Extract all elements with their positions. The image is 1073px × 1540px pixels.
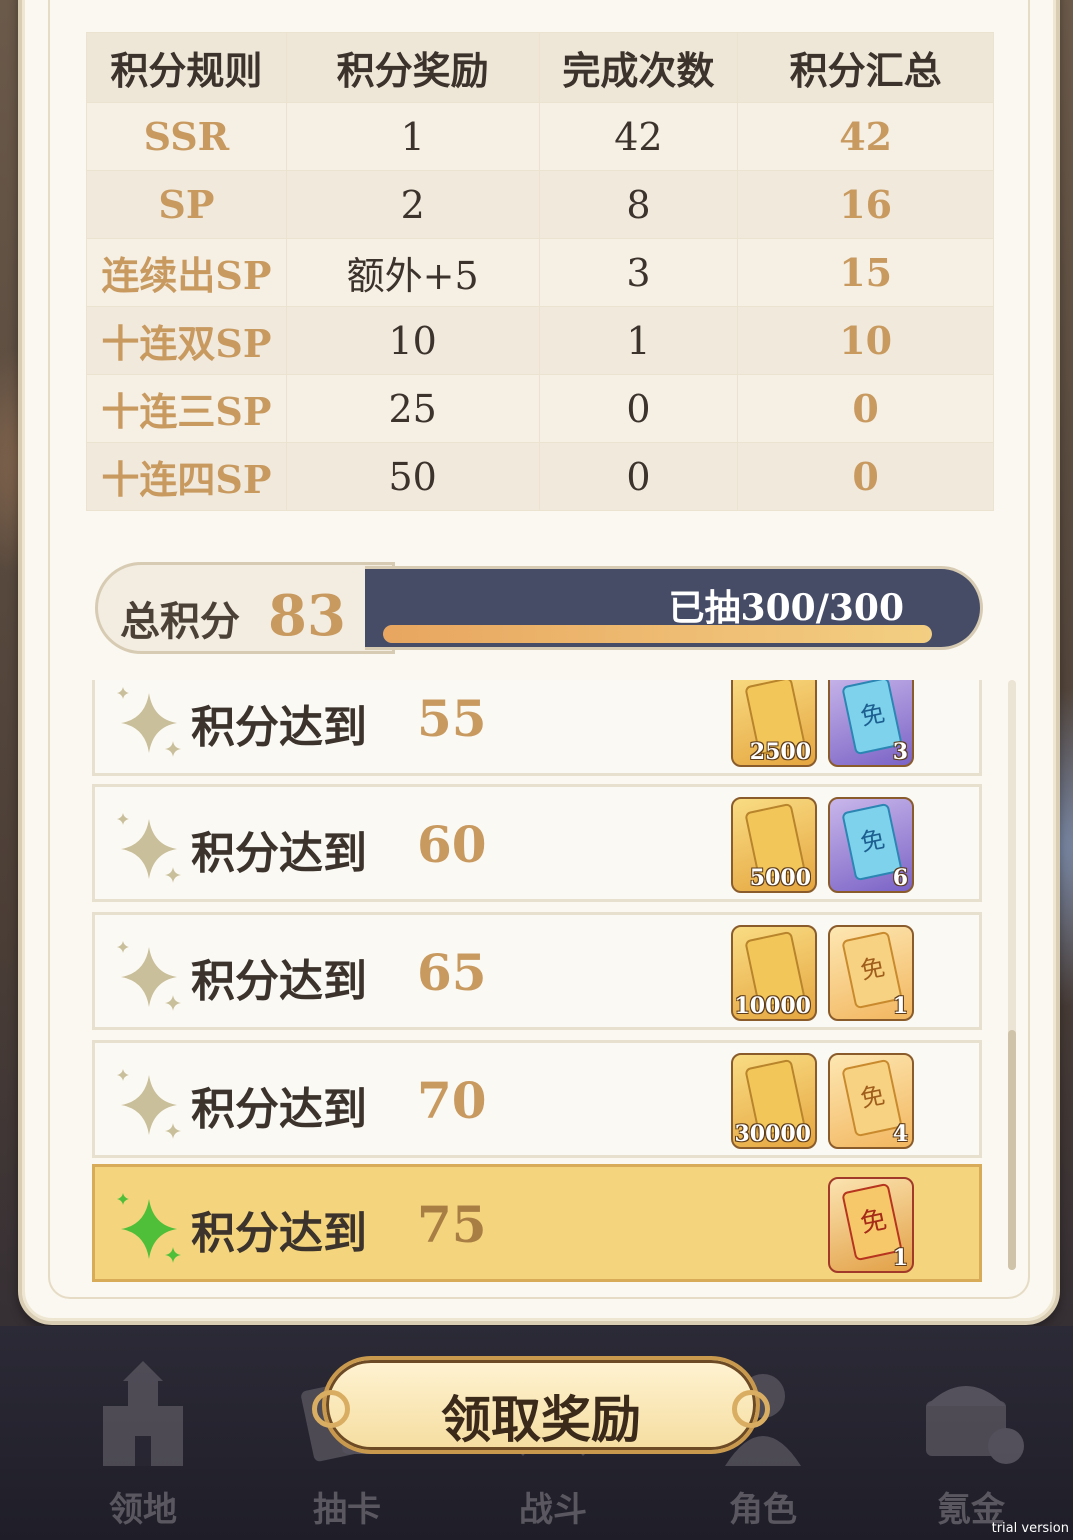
free-ticket-icon[interactable]: 免6 [828,797,914,893]
table-row: SSR 1 42 42 [86,102,994,171]
milestone-row[interactable]: 积分达到 65 10000 免 1 [92,912,982,1030]
sparkle-icon [111,809,191,889]
milestone-score: 55 [417,689,487,748]
sparkle-icon [111,683,191,763]
table-row: 十连三SP 25 0 0 [86,374,994,443]
sparkle-icon [111,1065,191,1145]
free-ticket-icon[interactable]: 免1 [828,1177,914,1273]
claim-reward-label: 领取奖励 [441,1390,641,1449]
cell-rule: 十连四SP [86,442,287,511]
watermark: trial version [991,1521,1069,1536]
table-row: SP 2 8 16 [86,170,994,239]
milestone-label: 积分达到 [191,1084,367,1135]
reward-quantity: 1 [892,1245,908,1271]
total-score-value: 83 [268,583,346,649]
milestone-row[interactable]: 积分达到 70 30000 免 4 [92,1040,982,1158]
milestone-scrollbar[interactable] [1008,680,1016,1270]
header-reward: 积分奖励 [285,32,540,103]
draw-progress-track [383,625,932,643]
header-rule: 积分规则 [86,32,287,103]
table-row: 连续出SP 额外+5 3 15 [86,238,994,307]
cell-reward: 10 [285,306,540,375]
free-ticket-icon[interactable]: 免4 [828,1053,914,1149]
coin-card-icon[interactable]: 2500 [731,680,817,767]
scrollbar-thumb[interactable] [1008,1030,1016,1270]
header-count: 完成次数 [538,32,739,103]
cell-rule: 连续出SP [86,238,287,307]
total-score-bar: 总积分 83 已抽300/300 [95,562,985,654]
nav-label: 领地 [109,1490,177,1530]
coin-card-icon[interactable]: 30000 [731,1053,817,1149]
cell-total: 16 [737,170,994,239]
milestone-score: 65 [417,943,487,1002]
milestone-label: 积分达到 [191,702,367,753]
free-ticket-icon[interactable]: 免3 [828,680,914,767]
nav-label: 抽卡 [313,1490,381,1530]
score-rules-table: 积分规则 积分奖励 完成次数 积分汇总 SSR 1 42 42 SP 2 8 1… [86,32,994,511]
table-row: 十连双SP 10 1 10 [86,306,994,375]
milestone-label: 积分达到 [191,956,367,1007]
milestone-label: 积分达到 [191,1208,367,1259]
reward-quantity: 6 [892,865,908,891]
milestone-score: 70 [417,1071,487,1130]
reward-quantity: 5000 [749,865,811,891]
nav-label: 角色 [729,1490,797,1530]
cell-total: 10 [737,306,994,375]
milestone-row[interactable]: 积分达到 55 2500 免 3 [92,680,982,776]
milestone-list[interactable]: 积分达到 55 2500 免 3 积分达到 60 5000 免 6 积分达到 65 10000 免 1 … [92,680,982,1286]
cell-rule: SSR [86,102,287,171]
cell-reward: 25 [285,374,540,443]
milestone-score: 75 [417,1195,487,1254]
cell-count: 0 [538,374,739,443]
coin-card-icon[interactable]: 5000 [731,797,817,893]
cell-total: 15 [737,238,994,307]
total-score-label: 总积分 [120,598,240,645]
cell-total: 0 [737,374,994,443]
cell-count: 0 [538,442,739,511]
milestone-score: 60 [417,815,487,874]
cell-count: 3 [538,238,739,307]
reward-quantity: 30000 [734,1121,811,1147]
milestone-row[interactable]: 积分达到 60 5000 免 6 [92,784,982,902]
coin-card-icon[interactable]: 10000 [731,925,817,1021]
draw-progress-fill [383,625,932,643]
milestone-row[interactable]: 积分达到 75 免 1 [92,1164,982,1282]
cell-reward: 50 [285,442,540,511]
reward-quantity: 1 [892,993,908,1019]
nav-item-treasure[interactable]: 氪金 [896,1346,1046,1536]
cell-reward: 2 [285,170,540,239]
draw-progress-box: 已抽300/300 [365,566,983,650]
reward-quantity: 10000 [734,993,811,1019]
nav-item-castle[interactable]: 领地 [68,1346,218,1536]
draw-count-text: 已抽300/300 [668,587,904,629]
nav-label: 战斗 [519,1490,587,1530]
cell-count: 1 [538,306,739,375]
table-header-row: 积分规则 积分奖励 完成次数 积分汇总 [86,32,994,103]
cell-reward: 额外+5 [285,238,540,307]
cell-rule: 十连双SP [86,306,287,375]
milestone-label: 积分达到 [191,828,367,879]
sparkle-icon [111,937,191,1017]
total-score-box: 总积分 83 [95,562,395,654]
cell-total: 0 [737,442,994,511]
reward-quantity: 3 [892,739,908,765]
cell-rule: SP [86,170,287,239]
cell-count: 8 [538,170,739,239]
cell-count: 42 [538,102,739,171]
claim-reward-button[interactable]: 领取奖励 [304,1356,778,1454]
treasure-icon [911,1356,1031,1476]
free-ticket-icon[interactable]: 免1 [828,925,914,1021]
sparkle-icon [111,1189,191,1269]
header-total: 积分汇总 [737,32,994,103]
cell-total: 42 [737,102,994,171]
castle-icon [83,1356,203,1476]
reward-quantity: 2500 [749,739,811,765]
table-row: 十连四SP 50 0 0 [86,442,994,511]
cell-rule: 十连三SP [86,374,287,443]
cell-reward: 1 [285,102,540,171]
reward-quantity: 4 [892,1121,908,1147]
